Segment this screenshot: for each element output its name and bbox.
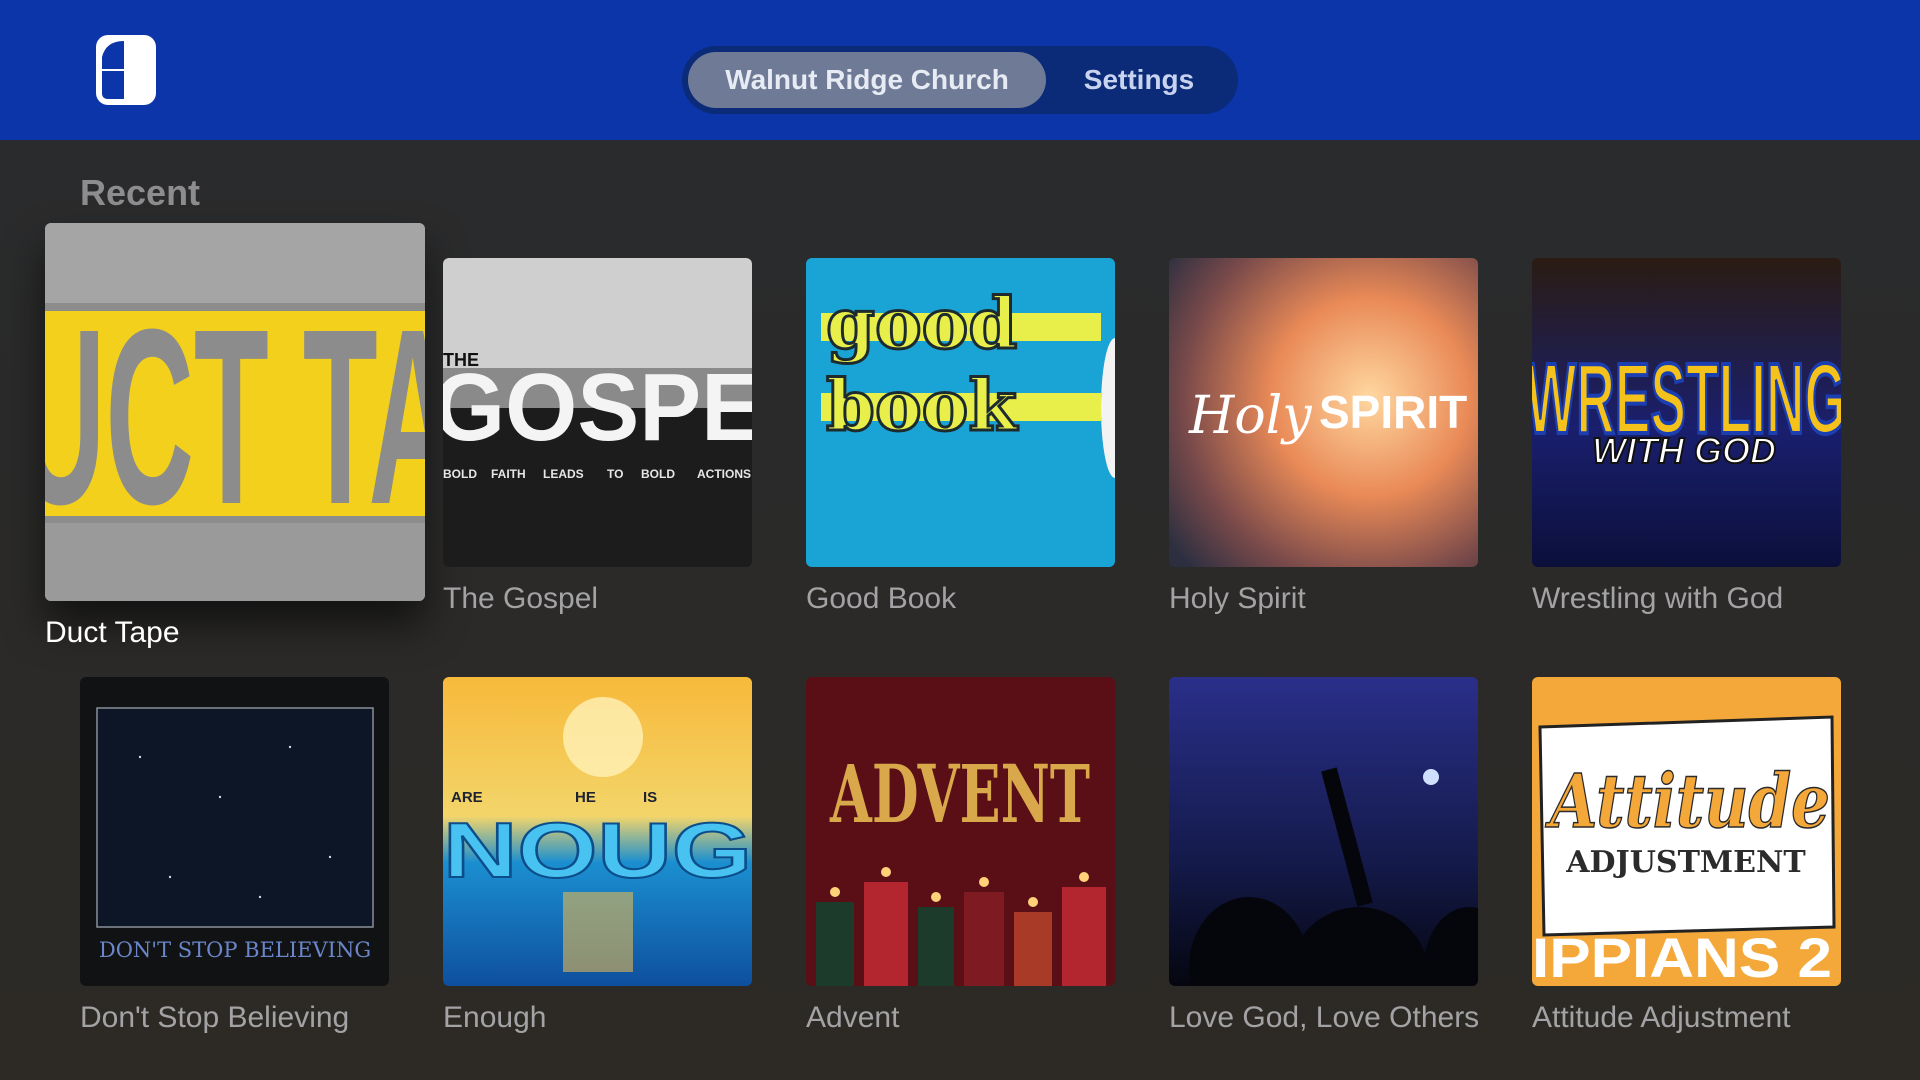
tile-label: Duct Tape <box>45 616 180 649</box>
duct-tape-artwork: UCT TA <box>45 223 425 601</box>
tile-label: Love God, Love Others <box>1169 1001 1478 1034</box>
svg-text:good: good <box>826 282 1017 365</box>
svg-text:IPPIANS 2: IPPIANS 2 <box>1532 926 1832 986</box>
svg-text:ACTIONS: ACTIONS <box>697 467 751 481</box>
tab-walnut-ridge-church[interactable]: Walnut Ridge Church <box>688 52 1046 108</box>
wrestling-with-god-artwork: WRESTLING WITH GOD <box>1532 258 1841 567</box>
tile-label: Wrestling with God <box>1532 582 1784 615</box>
svg-text:ADVENT: ADVENT <box>829 747 1090 841</box>
advent-artwork: ADVENT <box>806 677 1115 986</box>
svg-text:ARE: ARE <box>451 789 483 806</box>
svg-text:GOSPE: GOSPE <box>443 354 752 461</box>
tile-label: Enough <box>443 1001 547 1034</box>
svg-text:SPIRIT: SPIRIT <box>1319 386 1467 438</box>
svg-text:Holy: Holy <box>1188 386 1312 446</box>
love-god-love-others-artwork <box>1169 677 1478 986</box>
svg-text:Attitude: Attitude <box>1545 759 1830 845</box>
attitude-adjustment-artwork: Attitude ADJUSTMENT IPPIANS 2 <box>1532 677 1841 986</box>
enough-artwork: ARE HE IS NOUG <box>443 677 752 986</box>
section-title-recent: Recent <box>80 172 201 213</box>
svg-text:LEADS: LEADS <box>543 467 584 481</box>
tile-label: Don't Stop Believing <box>80 1001 350 1034</box>
tile-label: Advent <box>806 1001 900 1034</box>
good-book-artwork: good book <box>806 258 1115 567</box>
svg-text:BOLD: BOLD <box>641 467 675 481</box>
svg-text:NOUG: NOUG <box>443 806 752 894</box>
tile-label: Holy Spirit <box>1169 582 1306 615</box>
the-gospel-artwork: THE GOSPE BOLD FAITH LEADS TO BOLD ACTIO… <box>443 258 752 567</box>
svg-text:TO: TO <box>607 467 623 481</box>
svg-text:FAITH: FAITH <box>491 467 526 481</box>
svg-text:ADJUSTMENT: ADJUSTMENT <box>1565 845 1806 880</box>
svg-text:HE: HE <box>575 789 596 806</box>
tab-settings[interactable]: Settings <box>1046 52 1232 108</box>
svg-text:UCT TA: UCT TA <box>45 277 425 556</box>
top-navigation-tabs: Walnut Ridge Church Settings <box>682 46 1238 114</box>
tile-label: Attitude Adjustment <box>1532 1001 1791 1034</box>
svg-text:BOLD: BOLD <box>443 467 477 481</box>
app-logo-icon <box>94 33 158 107</box>
svg-text:IS: IS <box>643 789 657 806</box>
dont-stop-believing-artwork: DON'T STOP BELIEVING <box>80 677 389 986</box>
tile-label: Good Book <box>806 582 957 615</box>
svg-text:DON'T STOP BELIEVING: DON'T STOP BELIEVING <box>99 938 371 962</box>
svg-text:book: book <box>826 364 1018 447</box>
svg-text:WITH GOD: WITH GOD <box>1592 430 1776 471</box>
top-bar: Walnut Ridge Church Settings <box>0 0 1920 140</box>
holy-spirit-artwork: Holy SPIRIT <box>1169 258 1478 567</box>
tile-label: The Gospel <box>443 582 599 615</box>
